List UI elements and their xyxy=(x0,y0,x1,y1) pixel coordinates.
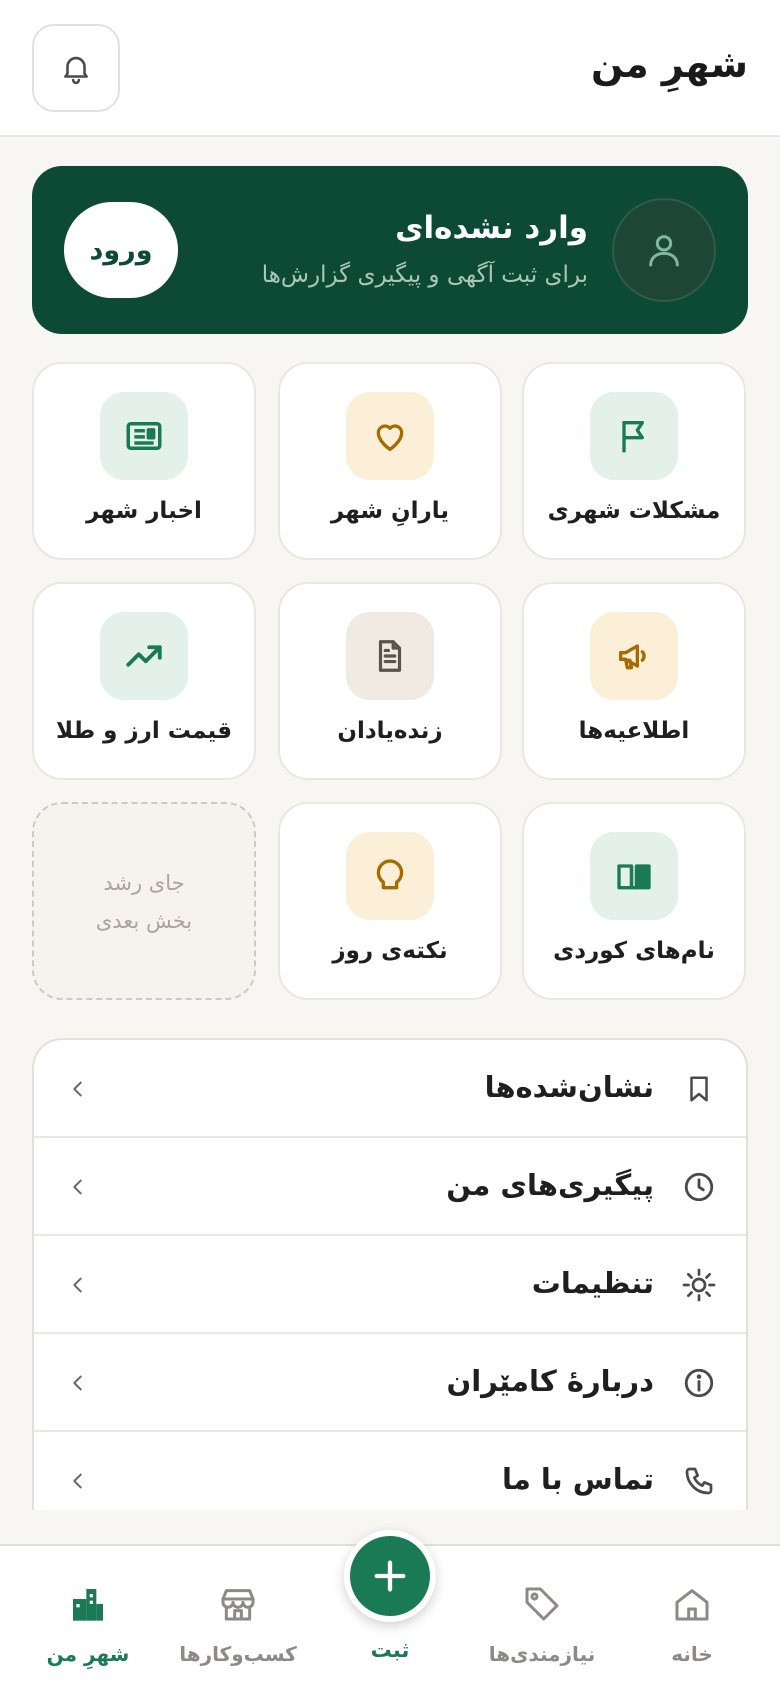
nav-label: شهرِ من xyxy=(46,1642,130,1666)
info-icon xyxy=(684,1368,714,1398)
bell-icon xyxy=(64,56,88,85)
nav-label: کسب‌وکارها xyxy=(179,1642,297,1666)
nav-businesses[interactable]: کسب‌وکارها xyxy=(168,1546,308,1688)
megaphone-icon xyxy=(619,644,646,670)
placeholder-line-1: جای رشد xyxy=(103,871,185,895)
user-icon xyxy=(649,235,679,267)
placeholder-tile: جای رشد بخش بعدی xyxy=(32,802,256,1000)
lightbulb-icon xyxy=(376,859,404,890)
tile-tip-of-day[interactable]: نکته‌ی روز xyxy=(278,802,502,1000)
home-icon xyxy=(675,1589,709,1621)
menu-item-label: تنظیمات xyxy=(531,1266,654,1300)
tile-icon-bg xyxy=(346,832,434,920)
tile-label: اخبار شهر xyxy=(86,498,202,524)
menu-item-about[interactable]: دربارهٔ کامێران xyxy=(34,1334,746,1432)
tile-city-news[interactable]: اخبار شهر xyxy=(32,362,256,560)
chevron-left-icon xyxy=(73,1277,82,1293)
tile-obituaries[interactable]: زنده‌یادان xyxy=(278,582,502,780)
login-button[interactable]: ورود xyxy=(64,202,178,298)
tile-city-friends[interactable]: یارانِ شهر xyxy=(278,362,502,560)
login-banner: وارد نشده‌ای برای ثبت آگهی و پیگیری گزار… xyxy=(32,166,748,334)
menu-item-contact[interactable]: تماس با ما xyxy=(34,1432,746,1510)
nav-my-city[interactable]: شهرِ من xyxy=(18,1546,158,1688)
city-buildings-icon xyxy=(73,1589,103,1621)
tile-label: نام‌های کوردی xyxy=(553,938,715,964)
notifications-button[interactable] xyxy=(32,24,120,112)
tile-label: قیمت ارز و طلا xyxy=(55,718,233,744)
menu-item-label: پیگیری‌های من xyxy=(446,1168,654,1202)
flag-icon xyxy=(622,421,644,453)
trending-up-icon xyxy=(126,645,162,667)
tile-icon-bg xyxy=(590,612,678,700)
tile-label: یارانِ شهر xyxy=(330,498,450,524)
tile-kurdish-names[interactable]: نام‌های کوردی xyxy=(522,802,746,1000)
store-icon xyxy=(221,1589,255,1621)
newspaper-icon xyxy=(126,422,162,450)
banner-subtitle: برای ثبت آگهی و پیگیری گزارش‌ها xyxy=(261,262,588,288)
placeholder-line-2: بخش بعدی xyxy=(95,909,193,933)
avatar xyxy=(612,198,716,302)
tile-label: نکته‌ی روز xyxy=(332,938,448,964)
menu-item-label: نشان‌شده‌ها xyxy=(484,1070,654,1104)
submit-label: ثبت xyxy=(370,1638,410,1662)
tile-label: زنده‌یادان xyxy=(337,718,443,744)
clock-icon xyxy=(684,1172,714,1202)
chevron-left-icon xyxy=(73,1081,82,1097)
tile-city-problems[interactable]: مشکلات شهری xyxy=(522,362,746,560)
menu-item-settings[interactable]: تنظیمات xyxy=(34,1236,746,1334)
submit-fab-button[interactable] xyxy=(344,1530,436,1622)
tile-icon-bg xyxy=(100,392,188,480)
menu-item-label: دربارهٔ کامێران xyxy=(446,1364,654,1398)
tile-icon-bg xyxy=(346,392,434,480)
heart-icon xyxy=(376,424,404,451)
book-icon xyxy=(617,864,651,890)
chevron-left-icon xyxy=(73,1473,82,1489)
tag-icon xyxy=(525,1587,559,1621)
tile-label: اطلاعیه‌ها xyxy=(578,718,690,744)
tile-icon-bg xyxy=(590,392,678,480)
tile-announcements[interactable]: اطلاعیه‌ها xyxy=(522,582,746,780)
app-header: شهرِ من xyxy=(0,0,780,137)
phone-icon xyxy=(685,1467,713,1495)
menu-item-label: تماس با ما xyxy=(501,1462,654,1496)
banner-title: وارد نشده‌ای xyxy=(395,210,588,246)
chevron-left-icon xyxy=(73,1375,82,1391)
tile-label: مشکلات شهری xyxy=(547,498,721,524)
nav-label: خانه xyxy=(671,1642,713,1666)
menu-item-my-followups[interactable]: پیگیری‌های من xyxy=(34,1138,746,1236)
nav-home[interactable]: خانه xyxy=(622,1546,762,1688)
page-title: شهرِ من xyxy=(590,42,748,86)
tile-icon-bg xyxy=(100,612,188,700)
tile-currency-gold[interactable]: قیمت ارز و طلا xyxy=(32,582,256,780)
chevron-left-icon xyxy=(73,1179,82,1195)
plus-icon xyxy=(374,1560,406,1592)
tile-icon-bg xyxy=(590,832,678,920)
menu-item-bookmarks[interactable]: نشان‌شده‌ها xyxy=(34,1040,746,1138)
sun-icon xyxy=(682,1268,716,1302)
nav-label: نیازمندی‌ها xyxy=(488,1642,596,1666)
settings-menu: نشان‌شده‌ها پیگیری‌های من تنظیمات درباره… xyxy=(32,1038,748,1510)
nav-needs[interactable]: نیازمندی‌ها xyxy=(472,1546,612,1688)
bookmark-icon xyxy=(690,1076,708,1102)
document-icon xyxy=(378,640,402,672)
tile-icon-bg xyxy=(346,612,434,700)
